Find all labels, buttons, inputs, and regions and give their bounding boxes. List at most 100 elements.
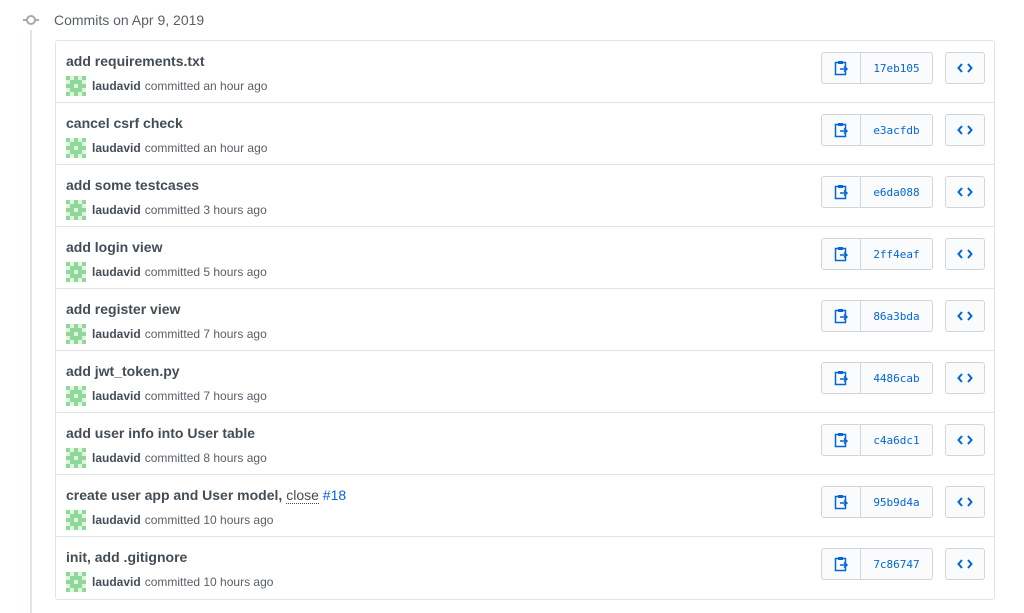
- commit-message[interactable]: add login view: [66, 239, 162, 255]
- copy-sha-button[interactable]: [822, 301, 861, 331]
- commit-author[interactable]: laudavid: [92, 203, 141, 217]
- sha-button-group: 4486cab: [821, 362, 933, 394]
- commit-title[interactable]: cancel csrf check: [66, 115, 183, 131]
- identicon-avatar[interactable]: [66, 324, 86, 344]
- commit-author[interactable]: laudavid: [92, 513, 141, 527]
- commit-message[interactable]: add some testcases: [66, 177, 199, 193]
- code-icon: [957, 248, 973, 260]
- browse-repository-button[interactable]: [945, 486, 985, 518]
- browse-repository-button[interactable]: [945, 424, 985, 456]
- identicon-avatar[interactable]: [66, 572, 86, 592]
- identicon-avatar[interactable]: [66, 448, 86, 468]
- commit-message[interactable]: add register view: [66, 301, 180, 317]
- commit-author[interactable]: laudavid: [92, 79, 141, 93]
- close-keyword-link[interactable]: close: [286, 487, 319, 504]
- commit-meta: laudavid committed 7 hours ago: [66, 324, 267, 344]
- commit-sha-link[interactable]: 4486cab: [861, 363, 932, 393]
- commit-title[interactable]: add jwt_token.py: [66, 363, 180, 379]
- identicon-avatar[interactable]: [66, 200, 86, 220]
- copy-sha-button[interactable]: [822, 363, 861, 393]
- clipboard-icon: [834, 556, 848, 572]
- commit-message[interactable]: cancel csrf check: [66, 115, 183, 131]
- commit-meta: laudavid committed an hour ago: [66, 76, 267, 96]
- commit-row: cancel csrf check laudavid committed an …: [56, 103, 994, 165]
- identicon-avatar[interactable]: [66, 262, 86, 282]
- copy-sha-button[interactable]: [822, 177, 861, 207]
- commit-title[interactable]: add user info into User table: [66, 425, 255, 441]
- commit-author[interactable]: laudavid: [92, 451, 141, 465]
- commit-sha-link[interactable]: 2ff4eaf: [861, 239, 932, 269]
- commit-title[interactable]: add some testcases: [66, 177, 199, 193]
- commit-sha-link[interactable]: 17eb105: [861, 53, 932, 83]
- commit-sha-link[interactable]: e6da088: [861, 177, 932, 207]
- sha-button-group: 7c86747: [821, 548, 933, 580]
- commit-message[interactable]: add requirements.txt: [66, 53, 204, 69]
- copy-sha-button[interactable]: [822, 425, 861, 455]
- commit-author[interactable]: laudavid: [92, 389, 141, 403]
- clipboard-icon: [834, 122, 848, 138]
- sha-button-group: 86a3bda: [821, 300, 933, 332]
- identicon-avatar[interactable]: [66, 386, 86, 406]
- copy-sha-button[interactable]: [822, 239, 861, 269]
- git-commit-icon: [20, 9, 42, 31]
- copy-sha-button[interactable]: [822, 487, 861, 517]
- code-icon: [957, 434, 973, 446]
- commit-title[interactable]: add register view: [66, 301, 180, 317]
- commit-meta: laudavid committed 10 hours ago: [66, 510, 273, 530]
- commit-message[interactable]: create user app and User model,: [66, 487, 286, 503]
- sha-button-group: 95b9d4a: [821, 486, 933, 518]
- clipboard-icon: [834, 246, 848, 262]
- browse-repository-button[interactable]: [945, 176, 985, 208]
- clipboard-icon: [834, 370, 848, 386]
- commit-sha-link[interactable]: e3acfdb: [861, 115, 932, 145]
- commit-time: committed 3 hours ago: [144, 203, 267, 217]
- commit-author[interactable]: laudavid: [92, 265, 141, 279]
- commit-row: add some testcases laudavid committed 3 …: [56, 165, 994, 227]
- commit-message[interactable]: add jwt_token.py: [66, 363, 180, 379]
- commit-time: committed an hour ago: [144, 79, 268, 93]
- commit-author[interactable]: laudavid: [92, 327, 141, 341]
- commit-row: create user app and User model, close #1…: [56, 475, 994, 537]
- commit-sha-link[interactable]: 7c86747: [861, 549, 932, 579]
- browse-repository-button[interactable]: [945, 238, 985, 270]
- commit-title[interactable]: add requirements.txt: [66, 53, 204, 69]
- identicon-avatar[interactable]: [66, 138, 86, 158]
- copy-sha-button[interactable]: [822, 115, 861, 145]
- commit-time: committed 10 hours ago: [144, 513, 274, 527]
- commit-author[interactable]: laudavid: [92, 575, 141, 589]
- commit-title[interactable]: create user app and User model, close #1…: [66, 487, 346, 504]
- issue-link[interactable]: #18: [323, 487, 346, 503]
- browse-repository-button[interactable]: [945, 548, 985, 580]
- browse-repository-button[interactable]: [945, 300, 985, 332]
- commit-meta: laudavid committed 7 hours ago: [66, 386, 267, 406]
- commit-sha-link[interactable]: 86a3bda: [861, 301, 932, 331]
- sha-button-group: 17eb105: [821, 52, 933, 84]
- commit-list: add requirements.txt laudavid committed …: [55, 40, 995, 600]
- commit-group-header: Commits on Apr 9, 2019: [20, 9, 204, 31]
- sha-button-group: 2ff4eaf: [821, 238, 933, 270]
- code-icon: [957, 558, 973, 570]
- browse-repository-button[interactable]: [945, 114, 985, 146]
- copy-sha-button[interactable]: [822, 53, 861, 83]
- commit-sha-link[interactable]: c4a6dc1: [861, 425, 932, 455]
- commit-meta: laudavid committed 10 hours ago: [66, 572, 273, 592]
- commit-title[interactable]: add login view: [66, 239, 162, 255]
- code-icon: [957, 496, 973, 508]
- copy-sha-button[interactable]: [822, 549, 861, 579]
- code-icon: [957, 372, 973, 384]
- commit-sha-link[interactable]: 95b9d4a: [861, 487, 932, 517]
- clipboard-icon: [834, 494, 848, 510]
- browse-repository-button[interactable]: [945, 362, 985, 394]
- sha-button-group: e3acfdb: [821, 114, 933, 146]
- clipboard-icon: [834, 308, 848, 324]
- commit-message[interactable]: init, add .gitignore: [66, 549, 187, 565]
- browse-repository-button[interactable]: [945, 52, 985, 84]
- identicon-avatar[interactable]: [66, 76, 86, 96]
- clipboard-icon: [834, 184, 848, 200]
- commit-time: committed 10 hours ago: [144, 575, 274, 589]
- identicon-avatar[interactable]: [66, 510, 86, 530]
- commit-author[interactable]: laudavid: [92, 141, 141, 155]
- commit-time: committed an hour ago: [144, 141, 268, 155]
- commit-title[interactable]: init, add .gitignore: [66, 549, 187, 565]
- commit-message[interactable]: add user info into User table: [66, 425, 255, 441]
